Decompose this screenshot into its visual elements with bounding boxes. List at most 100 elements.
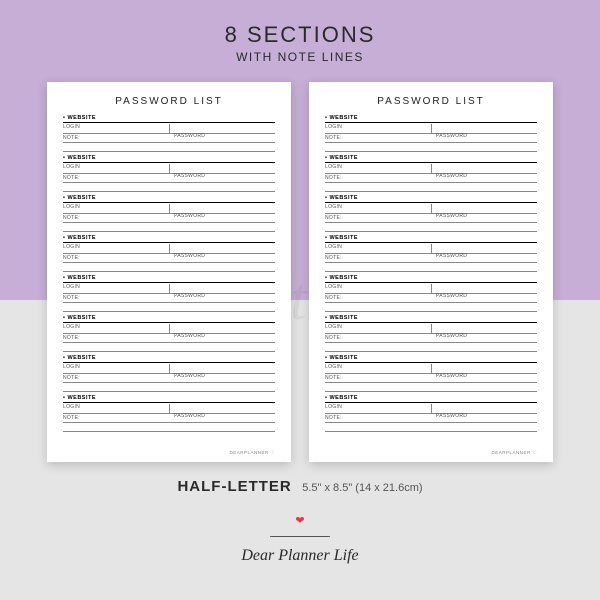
swash-decoration — [270, 534, 330, 540]
blank-row — [325, 223, 537, 232]
page-title: PASSWORD LIST — [325, 96, 537, 107]
note-label: NOTE: — [63, 215, 80, 222]
password-section: WEBSITELOGINPASSWORDNOTE: — [63, 275, 275, 312]
login-label: LOGIN — [63, 364, 80, 371]
password-section: WEBSITELOGINPASSWORDNOTE: — [325, 195, 537, 232]
login-label: LOGIN — [63, 204, 80, 211]
login-password-row: LOGINPASSWORD — [325, 205, 537, 214]
login-label: LOGIN — [63, 164, 80, 171]
password-section: WEBSITELOGINPASSWORDNOTE: — [63, 115, 275, 152]
login-password-row: LOGINPASSWORD — [63, 365, 275, 374]
blank-row — [63, 183, 275, 192]
login-label: LOGIN — [63, 404, 80, 411]
login-label: LOGIN — [325, 324, 342, 331]
password-section: WEBSITELOGINPASSWORDNOTE: — [63, 195, 275, 232]
note-label: NOTE: — [63, 375, 80, 382]
password-section: WEBSITELOGINPASSWORDNOTE: — [325, 275, 537, 312]
blank-row — [325, 303, 537, 312]
blank-row — [63, 223, 275, 232]
password-label: PASSWORD — [436, 133, 467, 140]
note-row: NOTE: — [325, 334, 537, 343]
login-password-row: LOGINPASSWORD — [63, 165, 275, 174]
blank-row — [325, 343, 537, 352]
password-label: PASSWORD — [174, 133, 205, 140]
login-password-row: LOGINPASSWORD — [325, 165, 537, 174]
password-label: PASSWORD — [174, 173, 205, 180]
size-block: HALF-LETTER 5.5" x 8.5" (14 x 21.6cm) — [0, 478, 600, 496]
password-section: WEBSITELOGINPASSWORDNOTE: — [325, 155, 537, 192]
note-row: NOTE: — [63, 174, 275, 183]
password-label: PASSWORD — [436, 213, 467, 220]
login-label: LOGIN — [63, 284, 80, 291]
login-password-row: LOGINPASSWORD — [63, 125, 275, 134]
login-password-row: LOGINPASSWORD — [63, 205, 275, 214]
login-password-row: LOGINPASSWORD — [325, 325, 537, 334]
note-row: NOTE: — [63, 334, 275, 343]
page-footer-tag: DEARPLANNER ♡ — [229, 450, 275, 456]
login-label: LOGIN — [325, 364, 342, 371]
note-label: NOTE: — [63, 175, 80, 182]
password-label: PASSWORD — [174, 253, 205, 260]
heart-icon: ❤ — [0, 516, 600, 527]
password-label: PASSWORD — [436, 173, 467, 180]
note-row: NOTE: — [63, 294, 275, 303]
login-password-row: LOGINPASSWORD — [63, 325, 275, 334]
note-row: NOTE: — [325, 374, 537, 383]
note-row: NOTE: — [63, 414, 275, 423]
note-row: NOTE: — [63, 214, 275, 223]
password-label: PASSWORD — [174, 373, 205, 380]
login-label: LOGIN — [325, 124, 342, 131]
login-password-row: LOGINPASSWORD — [325, 245, 537, 254]
sections-container: WEBSITELOGINPASSWORDNOTE: WEBSITELOGINPAS… — [63, 115, 275, 432]
note-label: NOTE: — [63, 255, 80, 262]
login-password-row: LOGINPASSWORD — [63, 405, 275, 414]
page-footer-tag: DEARPLANNER ♡ — [491, 450, 537, 456]
pages-row: PASSWORD LIST WEBSITELOGINPASSWORDNOTE:W… — [0, 82, 600, 462]
login-password-row: LOGINPASSWORD — [63, 245, 275, 254]
password-section: WEBSITELOGINPASSWORDNOTE: — [325, 315, 537, 352]
login-password-row: LOGINPASSWORD — [325, 405, 537, 414]
brand-name: Dear Planner Life — [0, 547, 600, 565]
note-label: NOTE: — [325, 415, 342, 422]
password-section: WEBSITELOGINPASSWORDNOTE: — [63, 155, 275, 192]
brand-block: ❤ Dear Planner Life — [0, 516, 600, 565]
login-password-row: LOGINPASSWORD — [325, 365, 537, 374]
password-label: PASSWORD — [436, 293, 467, 300]
blank-row — [325, 383, 537, 392]
login-label: LOGIN — [325, 284, 342, 291]
note-label: NOTE: — [325, 175, 342, 182]
note-row: NOTE: — [325, 134, 537, 143]
login-password-row: LOGINPASSWORD — [325, 125, 537, 134]
note-label: NOTE: — [325, 375, 342, 382]
login-label: LOGIN — [325, 404, 342, 411]
note-row: NOTE: — [325, 174, 537, 183]
password-label: PASSWORD — [174, 213, 205, 220]
heading-main: 8 SECTIONS — [0, 22, 600, 48]
size-detail: 5.5" x 8.5" (14 x 21.6cm) — [302, 482, 422, 494]
login-label: LOGIN — [63, 244, 80, 251]
password-section: WEBSITELOGINPASSWORDNOTE: — [63, 395, 275, 432]
login-password-row: LOGINPASSWORD — [325, 285, 537, 294]
login-password-row: LOGINPASSWORD — [63, 285, 275, 294]
password-label: PASSWORD — [436, 333, 467, 340]
blank-row — [325, 263, 537, 272]
password-section: WEBSITELOGINPASSWORDNOTE: — [325, 395, 537, 432]
blank-row — [325, 183, 537, 192]
password-section: WEBSITELOGINPASSWORDNOTE: — [325, 235, 537, 272]
note-label: NOTE: — [63, 295, 80, 302]
blank-row — [325, 143, 537, 152]
note-row: NOTE: — [63, 254, 275, 263]
blank-row — [63, 383, 275, 392]
blank-row — [325, 423, 537, 432]
note-label: NOTE: — [63, 335, 80, 342]
sections-container: WEBSITELOGINPASSWORDNOTE:WEBSITELOGINPAS… — [325, 115, 537, 432]
password-section: WEBSITELOGINPASSWORDNOTE: — [325, 355, 537, 392]
note-row: NOTE: — [325, 294, 537, 303]
blank-row — [63, 343, 275, 352]
note-row: NOTE: — [325, 254, 537, 263]
blank-row — [63, 143, 275, 152]
page-left: PASSWORD LIST WEBSITELOGINPASSWORDNOTE:W… — [47, 82, 291, 462]
blank-row — [63, 263, 275, 272]
password-label: PASSWORD — [174, 293, 205, 300]
login-label: LOGIN — [325, 164, 342, 171]
